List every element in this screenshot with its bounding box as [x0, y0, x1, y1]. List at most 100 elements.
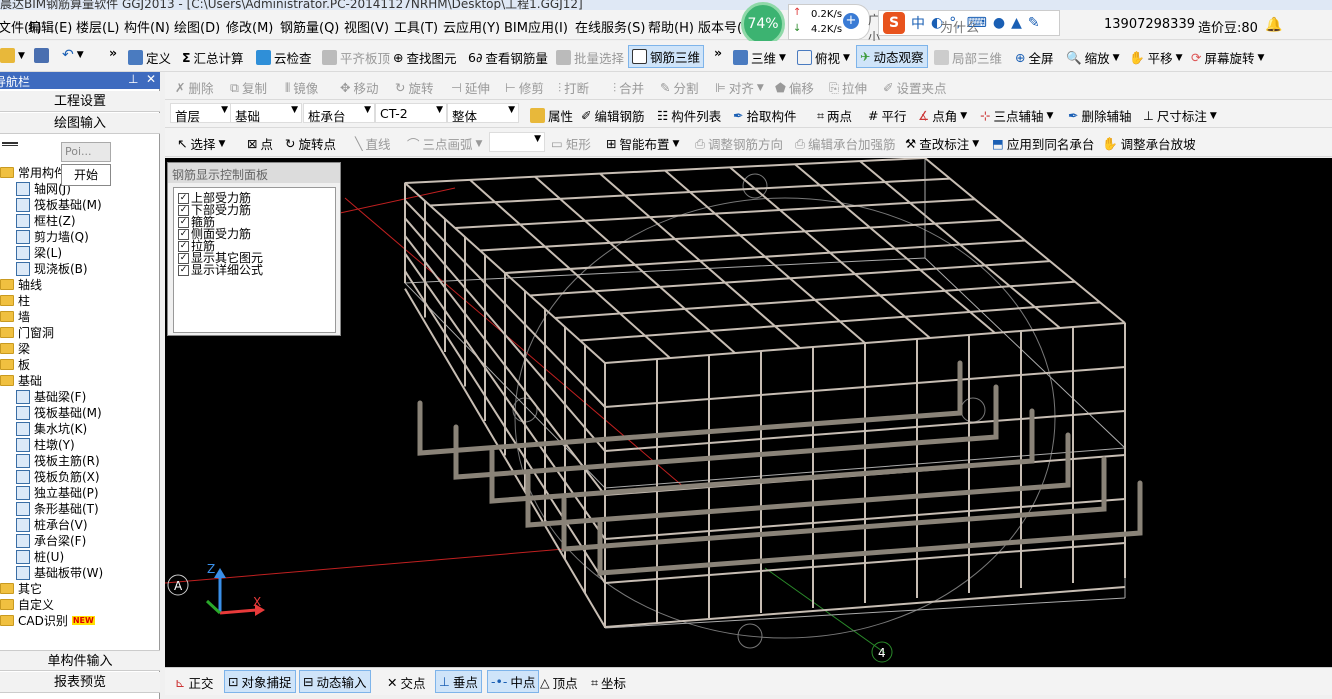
tree-item[interactable]: 筏板基础(M): [16, 196, 102, 213]
coordinate-snap[interactable]: ⌗ 坐标: [591, 673, 626, 692]
apply-same-button[interactable]: ⬒ 应用到同名承台: [992, 134, 1094, 153]
ortho-toggle[interactable]: ⊾ 正交: [175, 673, 214, 692]
drawing-input-button[interactable]: 绘图输入: [0, 113, 160, 134]
menu-modify[interactable]: 修改(M): [226, 17, 273, 36]
line-button[interactable]: ╲ 直线: [355, 134, 391, 153]
align-button[interactable]: ⊫ 对齐 ▼: [715, 78, 764, 97]
tree-item[interactable]: 墙: [0, 308, 30, 325]
pin-icon[interactable]: ⊥: [128, 72, 138, 86]
project-settings-button[interactable]: 工程设置: [0, 91, 160, 112]
checkbox-checked-icon[interactable]: ✓: [178, 264, 189, 276]
menu-tools[interactable]: 工具(T): [394, 17, 438, 36]
adjust-direction-button[interactable]: ⎙ 调整钢筋方向: [695, 134, 783, 153]
menu-version[interactable]: 版本号(B): [698, 17, 744, 36]
tree-item[interactable]: 门窗洞: [0, 324, 54, 341]
stretch-button[interactable]: ⎘ 拉伸: [829, 78, 867, 97]
offset-button[interactable]: ⬟ 偏移: [775, 78, 814, 97]
copy-button[interactable]: ⧉ 复制: [230, 78, 267, 97]
tree-item[interactable]: 梁(L): [16, 244, 62, 261]
collapse-icon[interactable]: [2, 142, 18, 146]
delete-axis-button[interactable]: ✒ 删除辅轴: [1068, 106, 1132, 125]
fullscreen-button[interactable]: ⊕ 全屏: [1015, 48, 1054, 67]
checkbox-checked-icon[interactable]: ✓: [178, 192, 189, 204]
point-angle-button[interactable]: ∡ 点角 ▼: [918, 106, 967, 125]
pick-component-button[interactable]: ✒ 拾取构件: [733, 106, 797, 125]
single-component-input-button[interactable]: 单构件输入: [0, 650, 160, 671]
merge-button[interactable]: ⫶ 合并: [613, 78, 644, 97]
properties-button[interactable]: 属性: [530, 106, 573, 125]
rotate-point-button[interactable]: ↻ 旋转点: [285, 134, 336, 153]
checkbox-checked-icon[interactable]: ✓: [178, 216, 189, 228]
account-phone[interactable]: 13907298339: [1104, 17, 1195, 32]
sum-calc-button[interactable]: Σ 汇总计算: [182, 48, 244, 67]
screen-rotate-button[interactable]: ⟳ 屏幕旋转 ▼: [1191, 48, 1264, 67]
tree-item[interactable]: 筏板负筋(X): [16, 468, 100, 485]
delete-button[interactable]: ✗ 删除: [175, 78, 214, 97]
wrench-icon[interactable]: ✎: [1028, 15, 1040, 31]
tree-item[interactable]: 桩(U): [16, 548, 64, 565]
pan-button[interactable]: ✋ 平移 ▼: [1129, 48, 1183, 67]
perpendicular-snap[interactable]: ⊥ 垂点: [435, 670, 482, 693]
tree-item[interactable]: CAD识别 NEW: [0, 612, 95, 629]
find-element-button[interactable]: ⊕ 查找图元: [393, 48, 457, 67]
scope-select[interactable]: 整体 ▼: [447, 103, 519, 124]
three-point-axis-button[interactable]: ⊹ 三点辅轴 ▼: [980, 106, 1053, 125]
toolbar-overflow-2[interactable]: »: [714, 45, 722, 60]
tree-item[interactable]: 筏板主筋(R): [16, 452, 100, 469]
arc-option-select[interactable]: ▼: [489, 132, 545, 152]
tree-item[interactable]: 承台梁(F): [16, 532, 86, 549]
type-select[interactable]: 桩承台 ▼: [303, 103, 375, 124]
network-speed-ball[interactable]: 74%: [741, 2, 785, 46]
zoom-button[interactable]: 🔍 缩放 ▼: [1066, 48, 1120, 67]
two-point-button[interactable]: ⌗ 两点: [817, 106, 852, 125]
top-view-button[interactable]: 俯视 ▼: [797, 48, 850, 67]
object-snap-toggle[interactable]: ⊡ 对象捕捉: [224, 670, 296, 693]
split-button[interactable]: ✎ 分割: [660, 78, 699, 97]
adjust-slope-button[interactable]: ✋ 调整承台放坡: [1102, 134, 1196, 153]
close-icon[interactable]: ✕: [146, 72, 156, 86]
break-button[interactable]: ⫶ 打断: [558, 78, 589, 97]
local-3d-button[interactable]: 局部三维: [934, 48, 1002, 67]
menu-help[interactable]: 帮助(H): [648, 17, 694, 36]
mirror-button[interactable]: ⫴ 镜像: [285, 78, 318, 97]
view-3d-button[interactable]: 三维 ▼: [733, 48, 786, 67]
view-rebar-button[interactable]: 6∂ 查看钢筋量: [468, 48, 548, 67]
menu-rebar-qty[interactable]: 钢筋量(Q): [280, 17, 339, 36]
intersection-snap[interactable]: ✕ 交点: [387, 673, 426, 692]
flat-top-button[interactable]: 平齐板顶: [322, 48, 390, 67]
component-list-button[interactable]: ☷ 构件列表: [657, 106, 721, 125]
batch-select-button[interactable]: 批量选择: [556, 48, 624, 67]
midpoint-snap[interactable]: -•- 中点: [487, 670, 540, 693]
extend-button[interactable]: ⊣ 延伸: [451, 78, 490, 97]
dimension-button[interactable]: ⊥ 尺寸标注 ▼: [1143, 106, 1217, 125]
tree-item[interactable]: 剪力墙(Q): [16, 228, 89, 245]
open-button[interactable]: ▼: [0, 48, 25, 63]
rect-button[interactable]: ▭ 矩形: [551, 134, 591, 153]
panel-checkbox[interactable]: ✓ 显示详细公式: [178, 264, 263, 276]
menu-view[interactable]: 视图(V): [344, 17, 389, 36]
start-button[interactable]: 开始: [61, 164, 111, 186]
report-preview-button[interactable]: 报表预览: [0, 672, 160, 693]
trim-button[interactable]: ⊢ 修剪: [505, 78, 544, 97]
chinese-mode-icon[interactable]: 中: [911, 13, 925, 33]
checkbox-checked-icon[interactable]: ✓: [178, 228, 189, 240]
point-button[interactable]: ⊠ 点: [247, 134, 273, 153]
menu-cloud[interactable]: 云应用(Y): [443, 17, 500, 36]
tree-item[interactable]: 基础: [0, 372, 42, 389]
save-button[interactable]: [34, 48, 49, 63]
dynamic-observe-button[interactable]: ✈ 动态观察: [856, 45, 928, 68]
undo-button[interactable]: ↶ ▼: [62, 47, 84, 63]
tree-item[interactable]: 柱墩(Y): [16, 436, 75, 453]
tree-item[interactable]: 独立基础(P): [16, 484, 99, 501]
tree-item[interactable]: 柱: [0, 292, 30, 309]
rebar-3d-button[interactable]: 钢筋三维: [628, 45, 705, 68]
cloud-check-button[interactable]: 云检查: [256, 48, 312, 67]
move-button[interactable]: ✥ 移动: [340, 78, 379, 97]
checkbox-checked-icon[interactable]: ✓: [178, 252, 189, 264]
tree-item[interactable]: 现浇板(B): [16, 260, 88, 277]
define-button[interactable]: 定义: [128, 48, 171, 67]
set-grip-button[interactable]: ✐ 设置夹点: [883, 78, 947, 97]
tree-item[interactable]: 轴线: [0, 276, 42, 293]
edit-mark-button[interactable]: ⚒ 查改标注 ▼: [905, 134, 979, 153]
tree-item[interactable]: 筏板基础(M): [16, 404, 102, 421]
